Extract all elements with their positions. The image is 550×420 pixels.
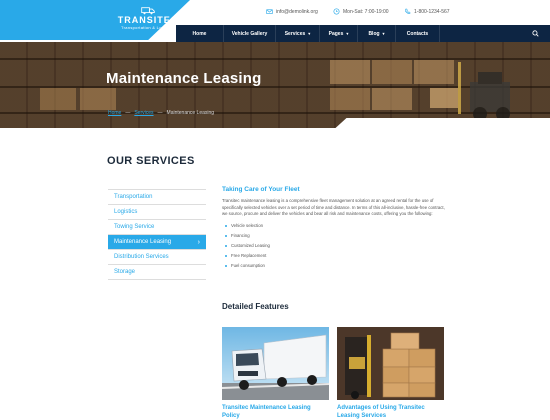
nav-item-contacts[interactable]: Contacts [396,25,440,42]
nav-label: Contacts [406,30,429,37]
service-item-storage[interactable]: Storage [108,265,206,280]
offering-list: Vehicle selection Financing Customized L… [222,221,447,271]
envelope-icon [266,9,273,14]
nav-label: Services [284,30,306,37]
list-item: Vehicle selection [222,221,447,231]
card-caption-link[interactable]: Transitec Maintenance Leasing Policy [222,404,329,420]
service-item-maintenance-leasing[interactable]: Maintenance Leasing › [108,235,206,250]
chevron-down-icon: ▾ [308,31,311,36]
service-label: Towing Service [114,224,155,230]
list-item: Financing [222,231,447,241]
main-navigation: Home Vehicle Gallery Services ▾ Pages ▾ Bl… [176,25,550,42]
phone-icon [405,8,411,14]
nav-label: Pages [328,30,344,37]
service-item-transportation[interactable]: Transportation [108,190,206,205]
chevron-down-icon: ▾ [382,31,385,36]
service-label: Logistics [114,209,138,215]
breadcrumb-services[interactable]: Services [134,110,153,116]
content-paragraph: Transitec maintenance leasing is a compr… [222,198,445,216]
brand-title: TRANSITEC [117,15,179,25]
topbar-hours: Mon-Sat: 7:00-19:00 [333,8,389,15]
chevron-right-icon: › [197,238,200,246]
service-label: Distribution Services [114,254,169,260]
nav-item-vehicle-gallery[interactable]: Vehicle Gallery [224,25,276,42]
nav-label: Home [192,30,207,37]
forklift-image [337,327,444,400]
warehouse-photo [40,60,510,121]
service-description: Taking Care of Your Fleet Transitec main… [222,186,447,271]
breadcrumb-home[interactable]: Home [108,110,121,116]
service-label: Maintenance Leasing [114,239,172,245]
nav-label: Vehicle Gallery [231,30,268,37]
feature-card[interactable]: Advantages of Using Transitec Leasing Se… [337,327,444,420]
clock-icon [333,8,340,15]
search-icon [531,30,539,37]
nav-label: Blog [368,30,380,37]
list-item: Free Replacement [222,251,447,261]
services-heading: OUR SERVICES [107,155,195,167]
breadcrumb-separator: — [125,110,131,116]
truck-photo[interactable] [222,327,329,400]
service-label: Storage [114,269,136,275]
service-label: Transportation [114,194,153,200]
topbar-email[interactable]: info@demolink.org [266,8,318,15]
chevron-down-icon: ▾ [346,31,349,36]
list-item: Fuel consumption [222,261,447,271]
truck-logo-icon [141,7,155,15]
truck-image [222,327,329,400]
service-item-towing[interactable]: Towing Service [108,220,206,235]
page-title: Maintenance Leasing [106,70,262,87]
search-button[interactable] [520,25,550,42]
service-item-distribution[interactable]: Distribution Services [108,250,206,265]
topbar-phone[interactable]: 1-800-1234-567 [404,8,450,15]
nav-item-services[interactable]: Services ▾ [276,25,320,42]
hours-text: Mon-Sat: 7:00-19:00 [343,8,389,15]
breadcrumb-separator: — [157,110,163,116]
content-heading: Taking Care of Your Fleet [222,186,300,193]
features-heading: Detailed Features [222,302,289,311]
top-info-bar: info@demolink.org Mon-Sat: 7:00-19:00 1-… [190,0,550,25]
phone-text: 1-800-1234-567 [414,8,450,15]
nav-item-blog[interactable]: Blog ▾ [358,25,396,42]
card-caption-link[interactable]: Advantages of Using Transitec Leasing Se… [337,404,444,420]
breadcrumb-current: Maintenance Leasing [166,110,215,116]
nav-item-pages[interactable]: Pages ▾ [320,25,358,42]
email-text: info@demolink.org [276,8,318,15]
services-menu: Transportation Logistics Towing Service … [108,189,206,280]
breadcrumb: Home — Services — Maintenance Leasing [108,110,214,116]
feature-card[interactable]: Transitec Maintenance Leasing Policy [222,327,329,420]
nav-item-home[interactable]: Home [176,25,224,42]
hero-banner [0,42,550,128]
list-item: Customized Leasing [222,241,447,251]
forklift-boxes-photo[interactable] [337,327,444,400]
service-item-logistics[interactable]: Logistics [108,205,206,220]
